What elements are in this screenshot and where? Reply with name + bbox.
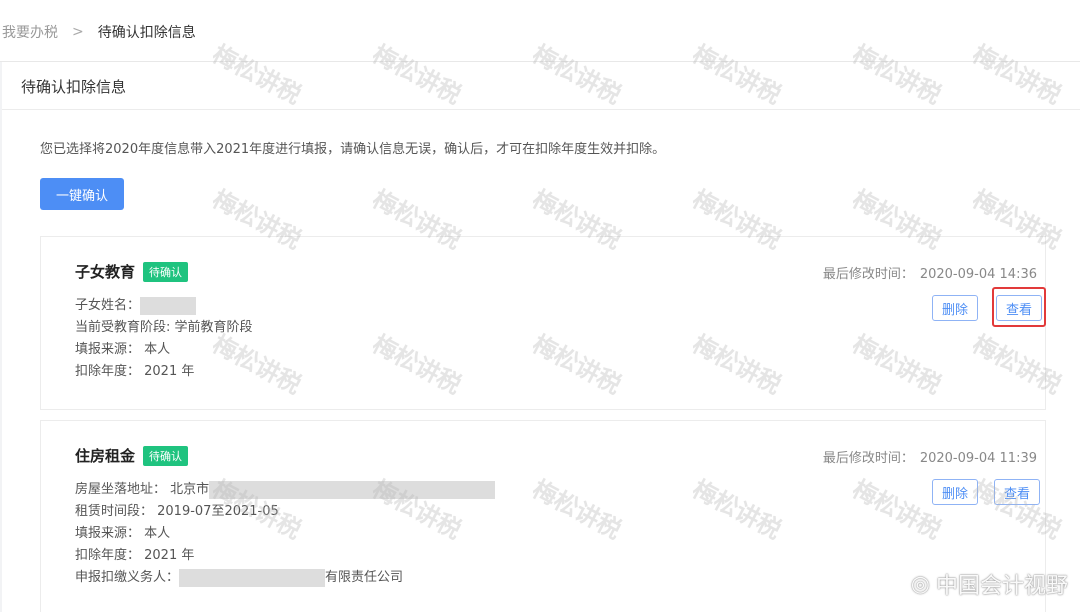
view-button[interactable]: 查看 bbox=[996, 295, 1042, 321]
field-suffix: 有限责任公司 bbox=[325, 570, 404, 585]
panel-title: 待确认扣除信息 bbox=[2, 62, 1080, 110]
notice-text: 您已选择将2020年度信息带入2021年度进行填报，请确认信息无误，确认后，才可… bbox=[40, 142, 666, 157]
modified-time: 最后修改时间： 2020-09-04 11:39 bbox=[823, 447, 1037, 466]
field-stage: 当前受教育阶段: 学前教育阶段 bbox=[75, 320, 253, 335]
redacted-value bbox=[209, 480, 496, 499]
chevron-right-icon: > bbox=[72, 24, 84, 40]
field-label: 子女姓名： bbox=[75, 298, 141, 313]
modified-time-value: 2020-09-04 11:39 bbox=[919, 451, 1037, 466]
field-label: 房屋坐落地址： 北京市 bbox=[75, 482, 210, 497]
card-name: 住房租金 bbox=[75, 447, 136, 465]
weibo-icon: ◎ bbox=[910, 571, 930, 597]
modified-time: 最后修改时间： 2020-09-04 14:36 bbox=[823, 263, 1037, 282]
breadcrumb-current: 待确认扣除信息 bbox=[97, 25, 196, 41]
field-child-name: 子女姓名： bbox=[75, 295, 253, 317]
field-source: 填报来源： 本人 bbox=[75, 342, 171, 357]
breadcrumb: 我要办税 > 待确认扣除信息 bbox=[2, 22, 196, 42]
view-button[interactable]: 查看 bbox=[994, 479, 1040, 505]
status-badge: 待确认 bbox=[143, 261, 189, 282]
field-period: 租赁时间段： 2019-07至2021-05 bbox=[75, 504, 279, 519]
card-title: 子女教育 待确认 bbox=[75, 261, 189, 282]
redacted-value bbox=[179, 568, 326, 587]
card-name: 子女教育 bbox=[75, 263, 136, 281]
delete-button[interactable]: 删除 bbox=[932, 479, 978, 505]
field-source: 填报来源： 本人 bbox=[75, 526, 171, 541]
status-badge: 待确认 bbox=[143, 445, 189, 466]
main-panel: 待确认扣除信息 您已选择将2020年度信息带入2021年度进行填报，请确认信息无… bbox=[2, 62, 1080, 612]
modified-time-label: 最后修改时间： bbox=[822, 267, 914, 282]
modified-time-label: 最后修改时间： bbox=[822, 451, 914, 466]
card-title: 住房租金 待确认 bbox=[75, 445, 189, 466]
card-fields: 房屋坐落地址： 北京市 租赁时间段： 2019-07至2021-05 填报来源：… bbox=[75, 479, 496, 589]
deduction-card-housing-rent: 住房租金 待确认 最后修改时间： 2020-09-04 11:39 房屋坐落地址：… bbox=[40, 420, 1046, 612]
field-year: 扣除年度： 2021 年 bbox=[75, 548, 195, 563]
field-address: 房屋坐落地址： 北京市 bbox=[75, 479, 496, 501]
breadcrumb-parent[interactable]: 我要办税 bbox=[2, 22, 58, 42]
top-bar: 我要办税 > 待确认扣除信息 bbox=[0, 0, 1080, 62]
brand-text: 中国会计视野 bbox=[935, 574, 1068, 599]
confirm-all-button[interactable]: 一键确认 bbox=[40, 178, 124, 210]
field-withholder: 申报扣缴义务人： 有限责任公司 bbox=[75, 567, 495, 589]
delete-button[interactable]: 删除 bbox=[932, 295, 978, 321]
field-label: 申报扣缴义务人： bbox=[75, 570, 180, 585]
deduction-card-child-education: 子女教育 待确认 最后修改时间： 2020-09-04 14:36 子女姓名： 当… bbox=[40, 236, 1046, 410]
field-year: 扣除年度： 2021 年 bbox=[75, 364, 195, 379]
card-fields: 子女姓名： 当前受教育阶段: 学前教育阶段 填报来源： 本人 扣除年度： 202… bbox=[75, 295, 253, 383]
brand-mark: ◎ 中国会计视野 bbox=[911, 568, 1068, 600]
modified-time-value: 2020-09-04 14:36 bbox=[919, 267, 1037, 282]
redacted-value bbox=[140, 296, 197, 315]
